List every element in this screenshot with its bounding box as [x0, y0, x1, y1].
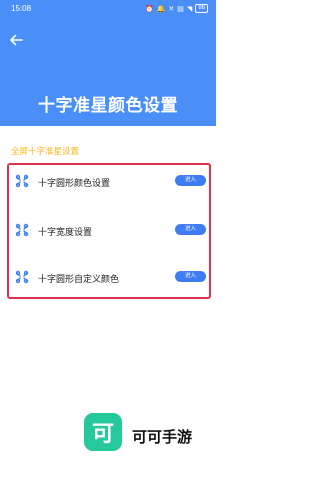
crosshair-icon [15, 270, 29, 284]
row-label: 十字圆形自定义颜色 [38, 274, 120, 284]
sim-icon: ▤ [177, 5, 184, 13]
arrow-left-icon [10, 34, 23, 46]
row-label: 十字圆形颜色设置 [38, 178, 111, 188]
enter-button[interactable]: 进入 [175, 224, 206, 235]
alarm-icon: ⏰ [144, 5, 154, 13]
status-icons: ⏰ 🔔 ✕ ▤ ◥ 86 [145, 4, 208, 13]
watermark-logo: 可 [84, 413, 122, 451]
enter-button[interactable]: 进入 [175, 271, 206, 282]
crosshair-icon [15, 223, 29, 237]
settings-row-width[interactable]: 十字宽度设置 进入 [0, 215, 216, 245]
bell-icon: 🔔 [156, 5, 166, 13]
settings-row-circle-color[interactable]: 十字圆形颜色设置 进入 [0, 166, 216, 196]
page-title: 十字准星颜色设置 [38, 96, 178, 115]
header-bar: 15:08 ⏰ 🔔 ✕ ▤ ◥ 86 十字准星颜色设置 [0, 0, 216, 126]
settings-row-custom-color[interactable]: 十字圆形自定义颜色 进入 [0, 262, 216, 292]
row-label: 十字宽度设置 [38, 227, 93, 237]
status-bar: 15:08 ⏰ 🔔 ✕ ▤ ◥ 86 [0, 0, 216, 18]
section-title: 全屏十字准星设置 [11, 146, 80, 156]
mute-icon: ✕ [168, 5, 175, 13]
battery-icon: 86 [195, 4, 208, 13]
wifi-icon: ◥ [186, 5, 193, 13]
enter-button[interactable]: 进入 [175, 175, 206, 186]
status-time: 15:08 [11, 4, 32, 13]
back-button[interactable] [6, 30, 26, 50]
watermark-text: 可可手游 [132, 429, 193, 446]
crosshair-icon [15, 174, 29, 188]
